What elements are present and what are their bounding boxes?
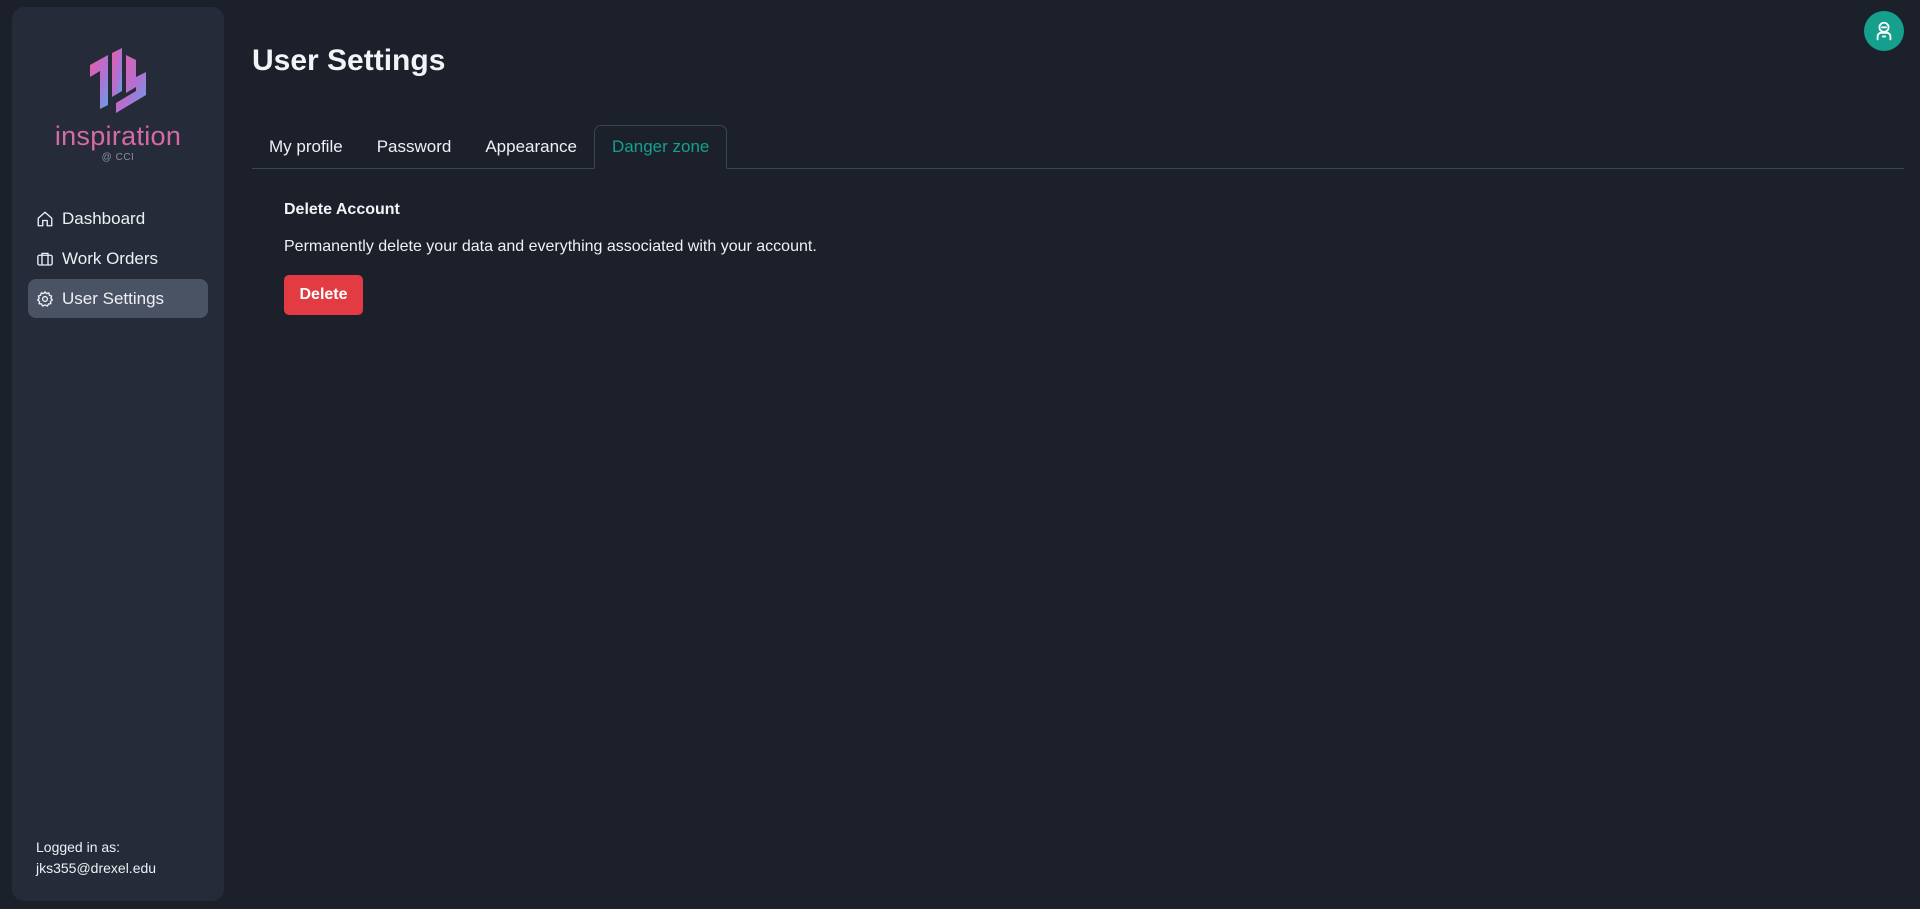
delete-account-heading: Delete Account xyxy=(284,201,400,218)
tab-danger-zone[interactable]: Danger zone xyxy=(594,125,728,169)
sidebar-nav: Dashboard Work Orders User Settings xyxy=(28,199,208,319)
brand-logo[interactable]: inspiration @ CCI xyxy=(12,47,224,163)
delete-account-description: Permanently delete your data and everyth… xyxy=(284,238,817,255)
tab-appearance[interactable]: Appearance xyxy=(468,125,594,168)
home-icon xyxy=(36,210,54,228)
page-title: User Settings xyxy=(252,44,446,77)
brand-name: inspiration xyxy=(54,121,182,151)
tab-password[interactable]: Password xyxy=(360,125,469,168)
logo-mark-icon xyxy=(90,48,146,113)
delete-account-button[interactable]: Delete xyxy=(284,275,363,315)
sidebar-item-user-settings[interactable]: User Settings xyxy=(28,279,208,318)
sidebar-item-dashboard[interactable]: Dashboard xyxy=(28,199,208,238)
user-avatar-icon xyxy=(1876,21,1892,41)
logged-in-user: jks355@drexel.edu xyxy=(36,860,157,876)
logged-in-label: Logged in as: xyxy=(36,839,121,855)
sidebar-item-work-orders[interactable]: Work Orders xyxy=(28,239,208,278)
brand-subtitle: @ CCI xyxy=(101,152,135,163)
user-avatar-button[interactable] xyxy=(1864,11,1904,51)
sidebar: inspiration @ CCI Dashboard Work Orders xyxy=(12,7,224,901)
sidebar-item-label: Work Orders xyxy=(62,248,159,268)
sidebar-item-label: User Settings xyxy=(62,288,165,308)
sidebar-item-label: Dashboard xyxy=(62,208,146,228)
tab-my-profile[interactable]: My profile xyxy=(252,125,360,168)
gear-icon xyxy=(36,290,54,308)
settings-tabs: My profile Password Appearance Danger zo… xyxy=(252,125,1904,169)
briefcase-icon xyxy=(36,250,54,268)
logged-in-info: Logged in as: jks355@drexel.edu xyxy=(36,837,156,879)
